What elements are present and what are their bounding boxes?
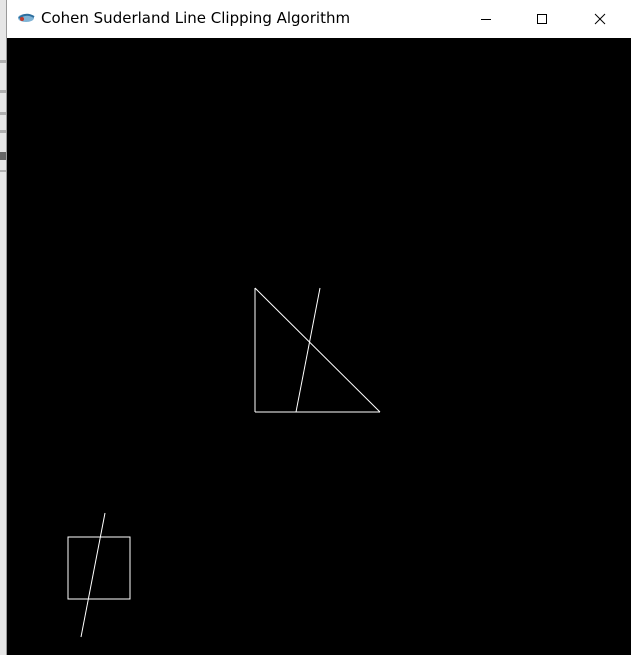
test-line-lower (80, 512, 106, 638)
close-icon (594, 10, 606, 29)
window-title: Cohen Suderland Line Clipping Algorithm (41, 9, 351, 27)
close-button[interactable] (571, 0, 629, 38)
minimize-icon (480, 10, 492, 29)
maximize-button[interactable] (513, 0, 571, 38)
minimize-button[interactable] (457, 0, 515, 38)
drawing-canvas[interactable] (7, 38, 631, 655)
title-bar[interactable]: Cohen Suderland Line Clipping Algorithm (7, 0, 631, 38)
app-window: Cohen Suderland Line Clipping Algorithm (7, 0, 631, 655)
triangle-hypotenuse (254, 287, 381, 413)
app-icon (16, 10, 36, 26)
clipped-line-upper (295, 287, 321, 413)
canvas-drawing (67, 287, 381, 638)
maximize-icon (536, 10, 548, 29)
